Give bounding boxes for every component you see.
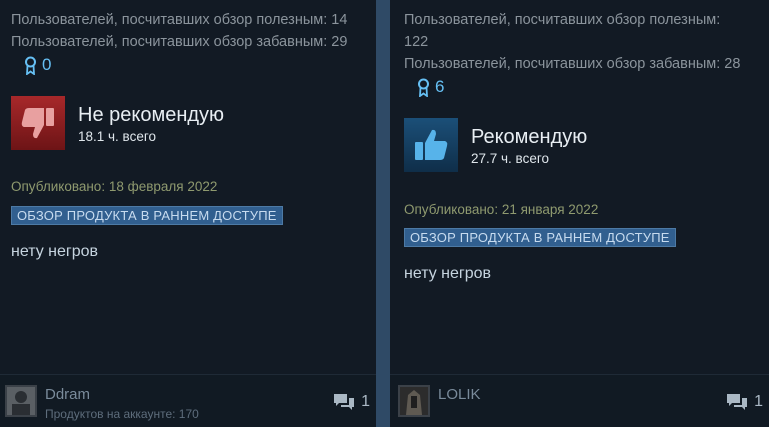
funny-count: Пользователей, посчитавших обзор забавны… (404, 56, 741, 72)
award-count: 6 (435, 77, 445, 96)
column-divider (376, 0, 390, 427)
early-access-badge: ОБЗОР ПРОДУКТА В РАННЕМ ДОСТУПЕ (11, 206, 283, 225)
comment-icon (727, 394, 748, 410)
posted-date: Опубликовано: 21 января 2022 (404, 202, 599, 217)
author-products-count: Продуктов на аккаунте: 170 (45, 407, 199, 421)
review-footer: Ddram Продуктов на аккаунте: 170 1 (0, 374, 376, 427)
review-text: нету негров (11, 243, 99, 260)
posted-date: Опубликовано: 18 февраля 2022 (11, 179, 218, 194)
review-card-left: Пользователей, посчитавших обзор полезны… (0, 0, 376, 427)
verdict-block[interactable]: Не рекомендую 18.1 ч. всего (11, 96, 224, 150)
verdict-label: Не рекомендую (78, 103, 225, 126)
comment-icon (334, 394, 355, 410)
thumbs-down-icon (11, 96, 65, 150)
author-name[interactable]: LOLIK (438, 386, 481, 403)
avatar[interactable] (398, 385, 430, 417)
author-name[interactable]: Ddram (45, 386, 90, 403)
comments-button[interactable]: 1 (333, 393, 370, 411)
review-text: нету негров (404, 265, 492, 282)
verdict-block[interactable]: Рекомендую 27.7 ч. всего (404, 118, 587, 172)
review-card-right: Пользователей, посчитавших обзор полезны… (390, 0, 769, 427)
helpful-count: Пользователей, посчитавших обзор полезны… (404, 12, 721, 28)
avatar[interactable] (5, 385, 37, 417)
verdict-label: Рекомендую (471, 125, 588, 148)
review-footer: LOLIK 1 (390, 374, 769, 427)
comments-count: 1 (754, 393, 763, 410)
thumbs-up-icon (404, 118, 458, 172)
funny-count: Пользователей, посчитавших обзор забавны… (11, 34, 348, 50)
comments-button[interactable]: 1 (726, 393, 763, 411)
award-icon (25, 56, 36, 75)
award-icon (418, 78, 429, 97)
hours-played: 18.1 ч. всего (78, 128, 156, 144)
early-access-badge: ОБЗОР ПРОДУКТА В РАННЕМ ДОСТУПЕ (404, 228, 676, 247)
helpful-count-number: 122 (404, 34, 429, 50)
hours-played: 27.7 ч. всего (471, 150, 549, 166)
award-button[interactable]: 6 (417, 77, 444, 97)
award-count: 0 (42, 55, 52, 74)
comments-count: 1 (361, 393, 370, 410)
helpful-count: Пользователей, посчитавших обзор полезны… (11, 12, 348, 28)
award-button[interactable]: 0 (24, 55, 51, 75)
